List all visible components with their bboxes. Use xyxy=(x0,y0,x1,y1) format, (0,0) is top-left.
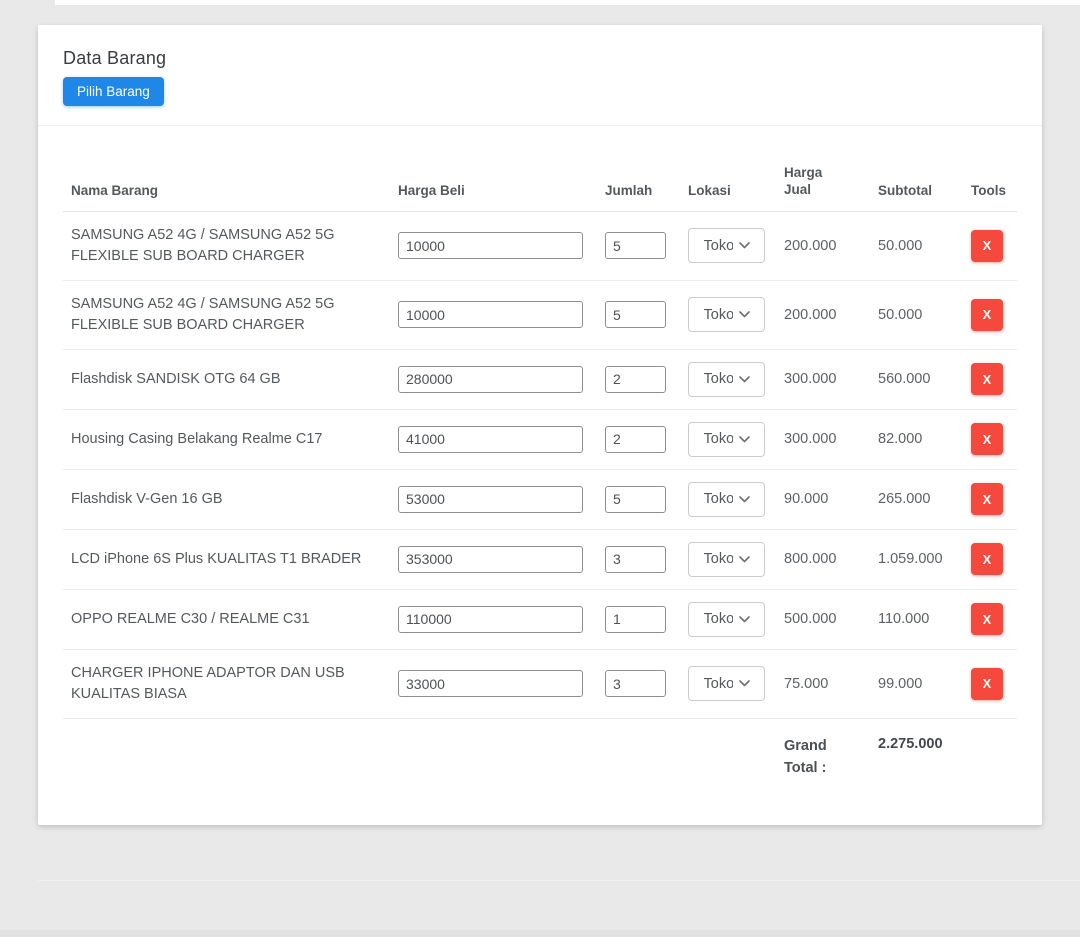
harga-jual-value: 90.000 xyxy=(784,469,878,529)
header-harga-beli: Harga Beli xyxy=(398,126,605,211)
table-header-row: Nama Barang Harga Beli Jumlah Lokasi Har… xyxy=(63,126,1017,211)
header-nama-barang: Nama Barang xyxy=(63,126,398,211)
delete-item-button[interactable]: X xyxy=(971,668,1003,700)
harga-beli-input[interactable] xyxy=(398,232,583,259)
grand-total-label: Grand Total : xyxy=(784,735,834,779)
card-header: Data Barang Pilih Barang xyxy=(38,25,1042,126)
items-table-wrap: Nama Barang Harga Beli Jumlah Lokasi Har… xyxy=(38,126,1042,796)
harga-beli-input[interactable] xyxy=(398,606,583,633)
chevron-down-icon xyxy=(739,242,750,249)
harga-beli-input[interactable] xyxy=(398,486,583,513)
lokasi-select[interactable]: Toko xyxy=(688,362,765,397)
chevron-down-icon xyxy=(739,556,750,563)
subtotal-value: 265.000 xyxy=(878,469,971,529)
item-name: Flashdisk V-Gen 16 GB xyxy=(63,469,398,529)
lokasi-select[interactable]: Toko xyxy=(688,602,765,637)
table-row: Flashdisk V-Gen 16 GB Toko 90.000 265.00… xyxy=(63,469,1017,529)
grand-total-value-cell: 2.275.000 xyxy=(878,718,1017,796)
lokasi-select[interactable]: Toko xyxy=(688,482,765,517)
item-name: OPPO REALME C30 / REALME C31 xyxy=(63,589,398,649)
harga-jual-value: 800.000 xyxy=(784,529,878,589)
harga-jual-value: 75.000 xyxy=(784,649,878,718)
lokasi-select[interactable]: Toko xyxy=(688,542,765,577)
subtotal-value: 1.059.000 xyxy=(878,529,971,589)
delete-item-button[interactable]: X xyxy=(971,363,1003,395)
chevron-down-icon xyxy=(739,616,750,623)
harga-jual-value: 200.000 xyxy=(784,280,878,349)
top-bar-fragment xyxy=(55,0,1080,5)
subtotal-value: 110.000 xyxy=(878,589,971,649)
chevron-down-icon xyxy=(739,436,750,443)
subtotal-value: 560.000 xyxy=(878,349,971,409)
header-harga-jual: Harga Jual xyxy=(784,126,878,211)
table-row: LCD iPhone 6S Plus KUALITAS T1 BRADER To… xyxy=(63,529,1017,589)
jumlah-input[interactable] xyxy=(605,546,666,573)
delete-item-button[interactable]: X xyxy=(971,543,1003,575)
item-name: SAMSUNG A52 4G / SAMSUNG A52 5G FLEXIBLE… xyxy=(63,211,398,280)
chevron-down-icon xyxy=(739,680,750,687)
table-row: SAMSUNG A52 4G / SAMSUNG A52 5G FLEXIBLE… xyxy=(63,280,1017,349)
jumlah-input[interactable] xyxy=(605,301,666,328)
subtotal-value: 99.000 xyxy=(878,649,971,718)
subtotal-value: 50.000 xyxy=(878,280,971,349)
lokasi-select[interactable]: Toko xyxy=(688,297,765,332)
grand-total-row: Grand Total : 2.275.000 xyxy=(63,718,1017,796)
jumlah-input[interactable] xyxy=(605,606,666,633)
harga-jual-value: 500.000 xyxy=(784,589,878,649)
item-name: Flashdisk SANDISK OTG 64 GB xyxy=(63,349,398,409)
header-lokasi: Lokasi xyxy=(688,126,784,211)
harga-beli-input[interactable] xyxy=(398,366,583,393)
table-row: Housing Casing Belakang Realme C17 Toko … xyxy=(63,409,1017,469)
lokasi-select[interactable]: Toko xyxy=(688,666,765,701)
chevron-down-icon xyxy=(739,376,750,383)
harga-jual-value: 200.000 xyxy=(784,211,878,280)
delete-item-button[interactable]: X xyxy=(971,299,1003,331)
harga-beli-input[interactable] xyxy=(398,426,583,453)
table-row: OPPO REALME C30 / REALME C31 Toko 500.00… xyxy=(63,589,1017,649)
jumlah-input[interactable] xyxy=(605,486,666,513)
pilih-barang-button[interactable]: Pilih Barang xyxy=(63,77,164,106)
bottom-edge xyxy=(0,930,1080,937)
item-name: SAMSUNG A52 4G / SAMSUNG A52 5G FLEXIBLE… xyxy=(63,280,398,349)
jumlah-input[interactable] xyxy=(605,366,666,393)
table-row: CHARGER IPHONE ADAPTOR DAN USB KUALITAS … xyxy=(63,649,1017,718)
jumlah-input[interactable] xyxy=(605,670,666,697)
harga-jual-value: 300.000 xyxy=(784,409,878,469)
items-table: Nama Barang Harga Beli Jumlah Lokasi Har… xyxy=(63,126,1017,796)
section-divider xyxy=(38,880,1080,881)
item-name: Housing Casing Belakang Realme C17 xyxy=(63,409,398,469)
harga-beli-input[interactable] xyxy=(398,301,583,328)
lokasi-select[interactable]: Toko xyxy=(688,422,765,457)
header-subtotal: Subtotal xyxy=(878,126,971,211)
data-barang-card: Data Barang Pilih Barang Nama Barang Har… xyxy=(38,25,1042,825)
header-jumlah: Jumlah xyxy=(605,126,688,211)
table-row: SAMSUNG A52 4G / SAMSUNG A52 5G FLEXIBLE… xyxy=(63,211,1017,280)
harga-beli-input[interactable] xyxy=(398,546,583,573)
subtotal-value: 82.000 xyxy=(878,409,971,469)
jumlah-input[interactable] xyxy=(605,232,666,259)
harga-beli-input[interactable] xyxy=(398,670,583,697)
harga-jual-value: 300.000 xyxy=(784,349,878,409)
subtotal-value: 50.000 xyxy=(878,211,971,280)
header-tools: Tools xyxy=(971,126,1017,211)
chevron-down-icon xyxy=(739,311,750,318)
page-title: Data Barang xyxy=(63,48,1017,69)
item-name: LCD iPhone 6S Plus KUALITAS T1 BRADER xyxy=(63,529,398,589)
chevron-down-icon xyxy=(739,496,750,503)
table-row: Flashdisk SANDISK OTG 64 GB Toko 300.000… xyxy=(63,349,1017,409)
delete-item-button[interactable]: X xyxy=(971,230,1003,262)
delete-item-button[interactable]: X xyxy=(971,423,1003,455)
grand-total-value: 2.275.000 xyxy=(878,736,943,752)
lokasi-select[interactable]: Toko xyxy=(688,228,765,263)
grand-total-label-cell: Grand Total : xyxy=(784,718,878,796)
item-name: CHARGER IPHONE ADAPTOR DAN USB KUALITAS … xyxy=(63,649,398,718)
delete-item-button[interactable]: X xyxy=(971,483,1003,515)
delete-item-button[interactable]: X xyxy=(971,603,1003,635)
jumlah-input[interactable] xyxy=(605,426,666,453)
